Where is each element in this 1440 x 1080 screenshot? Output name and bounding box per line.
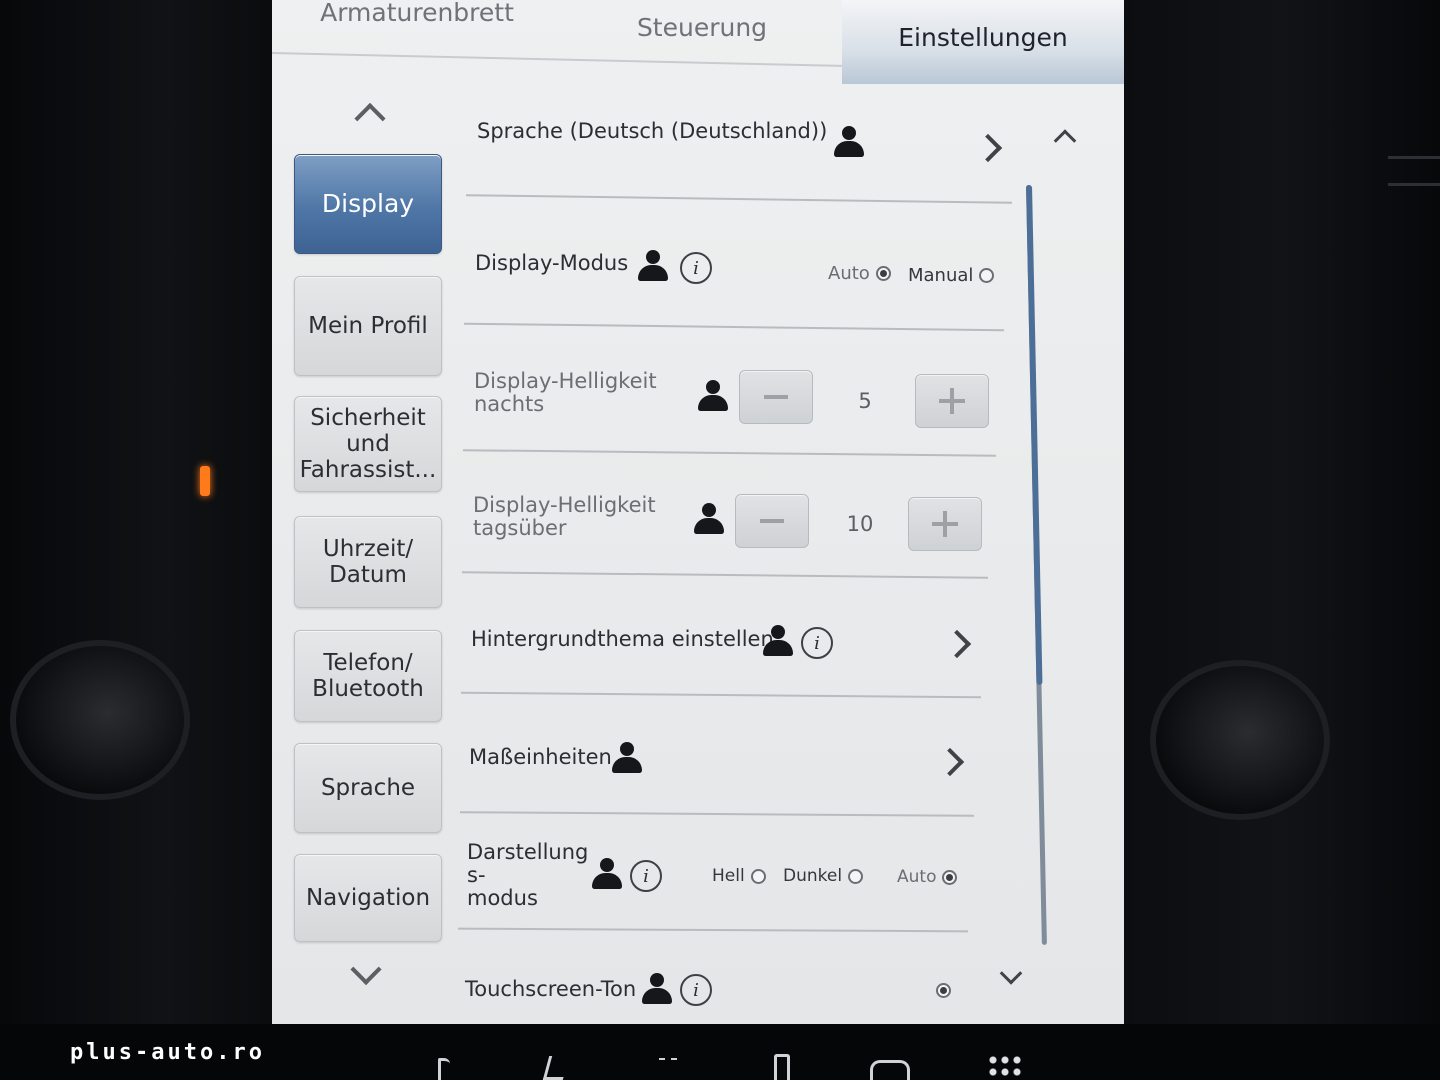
appearance-option-auto[interactable]: Auto bbox=[897, 867, 958, 887]
seat-icon[interactable] bbox=[536, 1052, 576, 1080]
indicator-led bbox=[200, 466, 210, 496]
chevron-down-icon bbox=[350, 953, 382, 986]
appearance-mode-label: Darstellung s- modus bbox=[467, 840, 589, 910]
radio-selected bbox=[942, 869, 958, 885]
option-label: Manual bbox=[908, 265, 974, 286]
sidebar-item-sicherheit[interactable]: Sicherheit und Fahrassist... bbox=[294, 396, 442, 492]
row-divider bbox=[457, 927, 969, 933]
tab-einstellungen[interactable]: Einstellungen bbox=[842, 0, 1124, 84]
person-icon bbox=[832, 126, 866, 158]
minus-icon bbox=[760, 519, 784, 523]
bezel-left bbox=[0, 0, 272, 1080]
chevron-right-icon[interactable] bbox=[939, 624, 975, 664]
chevron-down-icon bbox=[999, 962, 1023, 985]
right-control-knob bbox=[1150, 660, 1330, 820]
row-divider bbox=[466, 194, 1012, 204]
person-icon bbox=[590, 858, 624, 890]
vehicle-icon[interactable] bbox=[870, 1052, 910, 1080]
left-control-knob bbox=[10, 640, 190, 800]
option-label: Dunkel bbox=[783, 866, 843, 886]
list-scroll-up-button[interactable] bbox=[1045, 118, 1085, 152]
option-label: Auto bbox=[897, 867, 937, 887]
person-icon bbox=[761, 625, 795, 657]
person-icon bbox=[692, 503, 726, 535]
option-label: Auto bbox=[828, 263, 870, 284]
plus-icon bbox=[932, 511, 958, 537]
chevron-right-icon[interactable] bbox=[932, 742, 968, 782]
air-vent bbox=[1388, 156, 1440, 186]
row-divider bbox=[464, 322, 1004, 332]
brightness-day-label: Display-Helligkeit tagsüber bbox=[473, 493, 656, 540]
info-icon[interactable]: i bbox=[801, 627, 833, 659]
sidebar-item-telefon-bluetooth[interactable]: Telefon/ Bluetooth bbox=[294, 630, 442, 722]
row-divider bbox=[461, 691, 981, 699]
brightness-night-increase-button[interactable] bbox=[915, 374, 989, 428]
row-divider bbox=[463, 449, 996, 457]
row-divider bbox=[459, 811, 975, 817]
phone-icon[interactable] bbox=[762, 1052, 802, 1080]
media-icon[interactable] bbox=[424, 1052, 464, 1080]
info-icon[interactable]: i bbox=[680, 252, 712, 284]
row-divider bbox=[462, 571, 988, 579]
tab-armaturenbrett[interactable]: Armaturenbrett bbox=[272, 0, 562, 76]
climate-icon[interactable] bbox=[648, 1052, 688, 1080]
info-icon[interactable]: i bbox=[680, 974, 712, 1006]
person-icon bbox=[696, 380, 730, 412]
background-theme-label: Hintergrundthema einstellen bbox=[471, 627, 774, 651]
list-scroll-down-button[interactable] bbox=[991, 962, 1031, 996]
person-icon bbox=[610, 742, 644, 774]
top-tab-bar: Armaturenbrett Steuerung Einstellungen bbox=[272, 0, 1124, 84]
touch-sound-label: Touchscreen-Ton bbox=[465, 977, 637, 1001]
sidebar-item-mein-profil[interactable]: Mein Profil bbox=[294, 276, 442, 376]
sidebar-item-sprache[interactable]: Sprache bbox=[294, 743, 442, 833]
chevron-right-icon[interactable] bbox=[970, 128, 1006, 168]
plus-icon bbox=[939, 388, 965, 414]
brightness-day-value: 10 bbox=[846, 512, 874, 536]
apps-grid-icon[interactable] bbox=[984, 1052, 1024, 1080]
sidebar-scroll-up-button[interactable] bbox=[340, 90, 400, 135]
radio-unselected bbox=[750, 868, 766, 884]
person-icon bbox=[640, 973, 674, 1005]
touch-sound-toggle[interactable] bbox=[936, 983, 951, 998]
brightness-night-decrease-button[interactable] bbox=[739, 370, 813, 424]
brightness-day-decrease-button[interactable] bbox=[735, 494, 809, 548]
chevron-up-icon bbox=[354, 102, 386, 135]
language-label: Sprache (Deutsch (Deutschland)) bbox=[477, 119, 828, 143]
sidebar-item-navigation[interactable]: Navigation bbox=[294, 854, 442, 942]
units-label: Maßeinheiten bbox=[469, 745, 612, 769]
scrollbar-thumb[interactable] bbox=[1026, 184, 1043, 685]
minus-icon bbox=[764, 395, 788, 399]
infotainment-screen: Armaturenbrett Steuerung Einstellungen D… bbox=[272, 0, 1124, 1024]
display-mode-label: Display-Modus bbox=[475, 251, 629, 275]
sidebar-item-display[interactable]: Display bbox=[294, 154, 442, 254]
brightness-night-value: 5 bbox=[858, 389, 872, 413]
radio-selected bbox=[875, 266, 891, 281]
sidebar-scroll-down-button[interactable] bbox=[336, 953, 396, 998]
option-label: Hell bbox=[712, 866, 745, 886]
display-mode-option-manual[interactable]: Manual bbox=[908, 265, 995, 286]
brightness-day-increase-button[interactable] bbox=[908, 497, 982, 551]
info-icon[interactable]: i bbox=[630, 860, 662, 892]
person-icon bbox=[636, 250, 670, 282]
radio-unselected bbox=[979, 268, 995, 283]
sidebar-item-uhrzeit-datum[interactable]: Uhrzeit/ Datum bbox=[294, 516, 442, 608]
chevron-up-icon bbox=[1053, 129, 1077, 152]
tab-steuerung[interactable]: Steuerung bbox=[562, 0, 842, 76]
radio-unselected bbox=[848, 868, 864, 884]
appearance-option-hell[interactable]: Hell bbox=[712, 866, 766, 886]
display-mode-option-auto[interactable]: Auto bbox=[828, 263, 891, 284]
watermark: plus-auto.ro bbox=[70, 1040, 265, 1065]
appearance-option-dunkel[interactable]: Dunkel bbox=[783, 866, 864, 886]
brightness-night-label: Display-Helligkeit nachts bbox=[474, 369, 657, 416]
